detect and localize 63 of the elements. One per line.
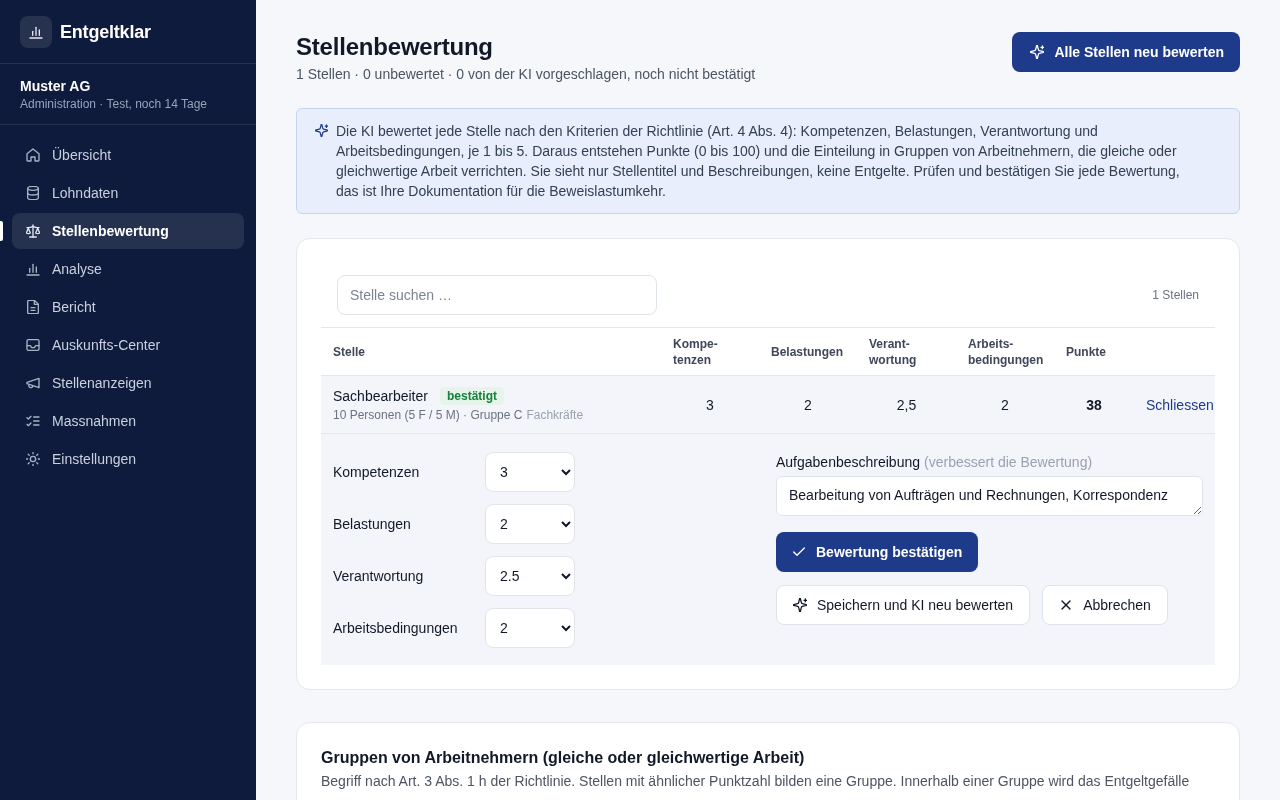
criterion-select[interactable]: 2 (485, 504, 575, 544)
status-badge: bestätigt (439, 387, 504, 405)
criterion-label: Kompetenzen (333, 463, 421, 482)
checklist-icon (26, 414, 40, 428)
sparkles-icon (1030, 45, 1045, 59)
criterion-label: Arbeitsbedingungen (333, 619, 459, 638)
score-value: 3 (705, 395, 715, 415)
nav-item[interactable]: Bericht (12, 289, 244, 325)
score-value: 2 (1000, 395, 1010, 415)
job-title: Sachbearbeiter (333, 387, 428, 406)
document-icon (26, 300, 40, 314)
column-header: Arbeits-bedingungen (968, 335, 1045, 368)
criterion-select[interactable]: 2 (485, 608, 575, 648)
score-value: 2,5 (895, 395, 918, 415)
column-header: Belastungen (771, 343, 843, 360)
criterion-select[interactable]: 3 (485, 452, 575, 492)
score-value: 2 (803, 395, 813, 415)
bar-chart-icon (20, 15, 52, 48)
scale-icon (26, 224, 40, 238)
nav-item[interactable]: Auskunfts-Center (12, 327, 244, 363)
column-header: Verant-wortung (869, 335, 918, 368)
field-label: Aufgabenbeschreibung (776, 453, 920, 472)
field-hint: (verbessert die Bewertung) (924, 453, 1093, 472)
account-info: Administration · Test, noch 14 Tage (20, 96, 208, 112)
check-icon (792, 545, 806, 559)
info-text: Die KI bewertet jede Stelle nach den Kriterien der Richtlinie (Art. 4 Abs. 4): Kompetenzen, Belastungen, Verantwortung und Arbeitsbedingungen, je 1 bis 5. Daraus entstehen Punkte (0 bis 100) und die Einteilung in Gruppen von Arbeitnehmern, die gleiche oder gleichwertige Arbeit verrichten. Sie sieht nur Stellentitel und Beschreibungen, keine Entgelte. Prüfen und bestätigen Sie jede Bewertung, das ist Ihre Dokumentation für die Beweislastumkehr. (336, 122, 1181, 201)
criterion-label: Belastungen (333, 515, 412, 534)
criterion-label: Verantwortung (333, 567, 425, 586)
confirm-button[interactable]: Bewertung bestätigen (776, 532, 979, 572)
save-and-reassess-button[interactable]: Speichern und KI neu bewerten (776, 585, 1031, 625)
inbox-icon (26, 338, 40, 352)
job-count: 1 Stellen (1152, 287, 1199, 303)
database-icon (26, 186, 40, 200)
close-link[interactable]: Schliessen (1146, 396, 1214, 413)
column-header: Stelle (333, 343, 365, 360)
megaphone-icon (26, 376, 40, 390)
sparkles-icon (315, 124, 328, 137)
home-icon (26, 148, 40, 162)
column-header: Kompe-tenzen (673, 335, 719, 368)
page-title: Stellenbewertung (296, 32, 494, 62)
section-title: Gruppen von Arbeitnehmern (gleiche oder gleichwertige Arbeit) (321, 748, 806, 768)
description-field[interactable]: Bearbeitung von Aufträgen und Rechnungen, Korrespondenz (776, 476, 1203, 516)
job-meta: 10 Personen (5 F / 5 M) · Gruppe C (333, 407, 523, 423)
cancel-button[interactable]: Abbrechen (1042, 585, 1168, 625)
sun-icon (26, 452, 40, 466)
nav-item[interactable]: Einstellungen (12, 441, 244, 477)
page-subtitle: 1 Stellen · 0 unbewertet · 0 von der KI vorgeschlagen, noch nicht bestätigt (296, 65, 756, 84)
nav-item[interactable]: Massnahmen (12, 403, 244, 439)
app-name: Entgeltklar (60, 20, 151, 44)
sparkles-icon (793, 598, 807, 612)
section-text: Begriff nach Art. 3 Abs. 1 h der Richtlinie. Stellen mit ähnlicher Punktzahl bilden eine Gruppe. Innerhalb einer Gruppe wird das Entgeltgefälle (321, 772, 1191, 791)
nav-item[interactable]: Analyse (12, 251, 244, 287)
nav-item[interactable]: Übersicht (12, 137, 244, 173)
nav-item[interactable]: Lohndaten (12, 175, 244, 211)
search-field[interactable]: Stelle suchen … (337, 275, 657, 315)
points-value: 38 (1085, 395, 1103, 415)
criterion-select[interactable]: 2.5 (485, 556, 575, 596)
group-name: Fachkräfte (526, 407, 584, 423)
nav-item[interactable]: Stellenanzeigen (12, 365, 244, 401)
bar-chart-icon (26, 262, 40, 276)
company-name: Muster AG (20, 77, 92, 96)
column-header: Punkte (1066, 343, 1106, 360)
reassess-all-button[interactable]: Alle Stellen neu bewerten (1012, 32, 1240, 72)
